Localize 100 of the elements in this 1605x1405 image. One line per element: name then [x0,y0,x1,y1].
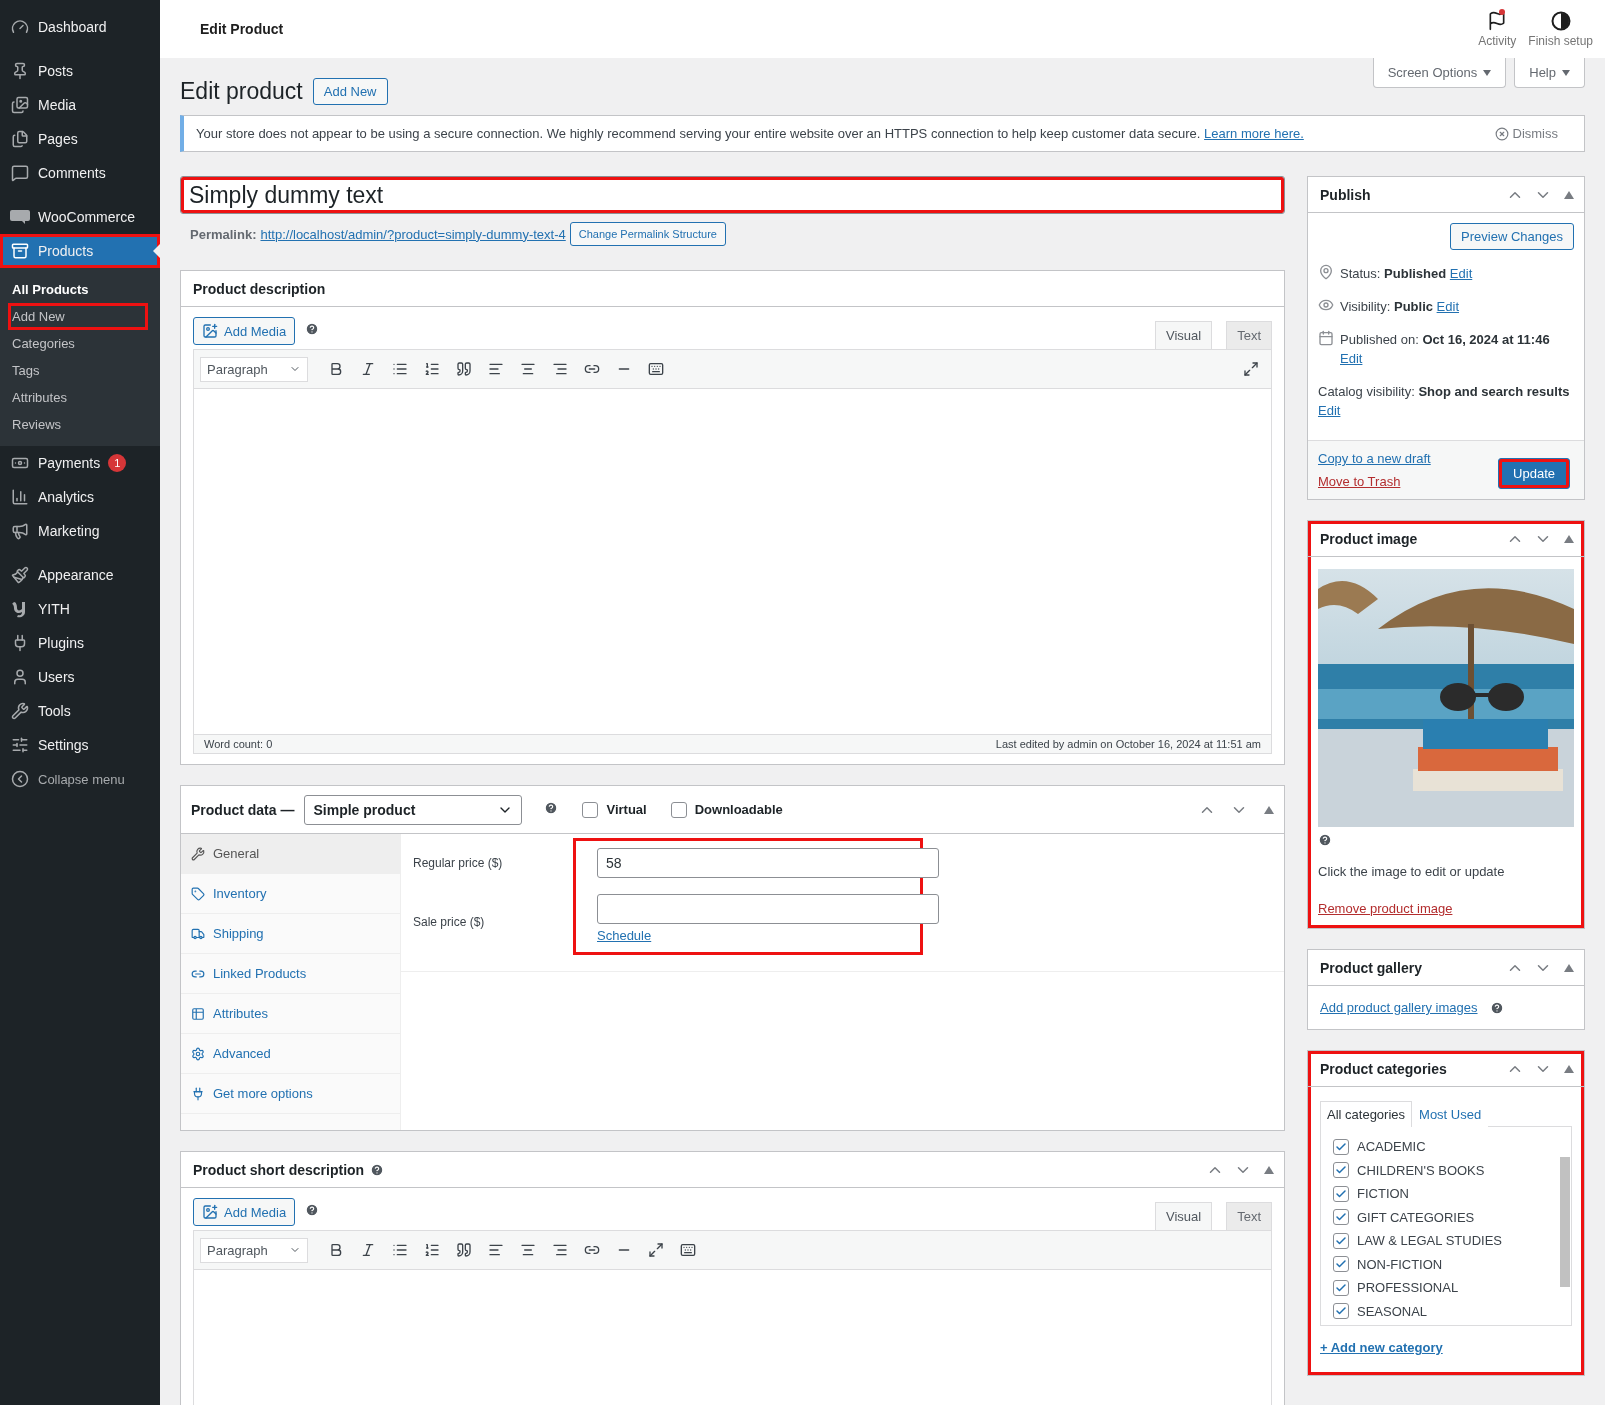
keyboard-icon[interactable] [680,1242,696,1258]
price-field[interactable]: 58 [597,848,939,878]
checkbox[interactable] [1333,1256,1349,1273]
help-icon[interactable] [305,1203,320,1217]
learn-more-link[interactable]: Learn more here. [1204,126,1304,141]
italic-icon[interactable] [360,1242,376,1258]
permalink-link[interactable]: http://localhost/admin/?product=simply-dummy-text-4 [260,226,566,242]
numbered-list-icon[interactable] [424,361,440,377]
checkbox[interactable] [582,801,599,818]
align-left-icon[interactable] [488,1242,504,1258]
quote-icon[interactable] [456,361,472,377]
menu-item[interactable]: Media [0,88,160,122]
top-bar-action[interactable]: Finish setup [1522,10,1599,48]
align-right-icon[interactable] [552,361,568,377]
menu-item[interactable]: Comments [0,156,160,190]
numbered-list-icon[interactable] [424,1242,440,1258]
product-data-tab[interactable]: Get more options [181,1074,400,1114]
menu-item[interactable]: Users [0,660,160,694]
option-checkbox[interactable]: Virtual [582,801,647,818]
format-select[interactable]: Paragraph [200,356,308,382]
menu-item[interactable]: Appearance [0,558,160,592]
menu-item[interactable]: Posts [0,54,160,88]
bold-icon[interactable] [328,1242,344,1258]
product-data-tab[interactable]: Attributes [181,994,400,1034]
menu-item[interactable]: Marketing [0,514,160,548]
product-data-tab[interactable]: Advanced [181,1034,400,1074]
checkbox[interactable] [1333,1303,1349,1320]
keyboard-icon[interactable] [648,361,664,377]
help-icon[interactable] [1489,1000,1504,1015]
schedule-link[interactable]: Schedule [597,928,652,943]
dismiss-button[interactable]: Dismiss [1494,126,1572,141]
checkbox[interactable] [1333,1162,1349,1179]
product-type-select[interactable]: Simple product [304,794,523,825]
align-right-icon[interactable] [552,1242,568,1258]
collapse-icon[interactable] [1264,1165,1274,1174]
collapse-icon[interactable] [1564,534,1574,543]
checkbox[interactable] [1333,1279,1349,1296]
help-icon[interactable] [1318,833,1332,847]
add-media-button[interactable]: Add Media [193,317,296,345]
product-data-tab[interactable]: General [181,834,400,874]
checkbox[interactable] [670,801,687,818]
submenu-item[interactable]: Reviews [8,411,148,438]
trash-link[interactable]: Move to Trash [1318,474,1431,489]
top-bar-action[interactable]: Activity [1472,10,1523,48]
bullet-list-icon[interactable] [392,361,408,377]
help-icon[interactable] [370,1162,385,1177]
add-category-link[interactable]: + Add new category [1320,1340,1443,1355]
collapse-icon[interactable] [1264,805,1274,814]
align-center-icon[interactable] [520,1242,536,1258]
preview-button[interactable]: Preview Changes [1450,223,1574,250]
checkbox[interactable] [1333,1209,1349,1226]
help-icon[interactable] [305,322,320,336]
menu-item[interactable]: Analytics [0,480,160,514]
scrollbar[interactable] [1560,1157,1570,1287]
bold-icon[interactable] [328,361,344,377]
editor-tab[interactable]: Visual [1154,1202,1213,1230]
submenu-item[interactable]: Categories [8,330,148,357]
format-select[interactable]: Paragraph [200,1237,308,1263]
checkbox[interactable] [1333,1185,1349,1202]
submenu-item[interactable]: Add New [8,303,148,330]
edit-link[interactable]: Edit [1318,403,1341,418]
fullscreen-icon[interactable] [648,1242,664,1258]
title-field[interactable]: Simply dummy text [180,176,1285,214]
edit-link[interactable]: Edit [1449,266,1473,281]
align-left-icon[interactable] [488,361,504,377]
add-new-button[interactable]: Add New [312,78,388,105]
collapse-icon[interactable] [1564,190,1574,199]
screen-tab[interactable]: Screen Options [1372,58,1507,88]
checkbox[interactable] [1333,1138,1349,1155]
product-data-tab[interactable]: Shipping [181,914,400,954]
submenu-item[interactable]: Tags [8,357,148,384]
editor-tab[interactable]: Text [1226,1202,1272,1230]
menu-item[interactable]: YITH [0,592,160,626]
bullet-list-icon[interactable] [392,1242,408,1258]
menu-item[interactable]: Collapse menu [0,762,160,796]
menu-item[interactable]: Payments 1 [0,446,160,480]
fullscreen-icon[interactable] [1243,361,1259,377]
collapse-icon[interactable] [1564,1064,1574,1073]
align-center-icon[interactable] [520,361,536,377]
menu-item[interactable]: Settings [0,728,160,762]
add-media-button[interactable]: Add Media [193,1198,296,1226]
product-data-tab[interactable]: Inventory [181,874,400,914]
submenu-item[interactable]: Attributes [8,384,148,411]
update-button[interactable]: Update [1498,458,1570,489]
menu-item[interactable]: Pages [0,122,160,156]
menu-item[interactable]: Dashboard [0,10,160,44]
product-data-tab[interactable]: Linked Products [181,954,400,994]
editor-tab[interactable]: Text [1226,321,1272,349]
edit-link[interactable]: Edit [1436,299,1459,314]
edit-link[interactable]: Edit [1340,351,1363,366]
menu-item[interactable]: Tools [0,694,160,728]
italic-icon[interactable] [360,361,376,377]
screen-tab[interactable]: Help [1514,58,1585,88]
collapse-icon[interactable] [1564,963,1574,972]
menu-item[interactable]: Plugins [0,626,160,660]
checkbox[interactable] [1333,1232,1349,1249]
help-icon[interactable] [544,801,559,815]
change-permalink-button[interactable]: Change Permalink Structure [569,222,726,246]
menu-item[interactable]: Products [0,234,160,268]
price-field[interactable] [597,894,939,924]
